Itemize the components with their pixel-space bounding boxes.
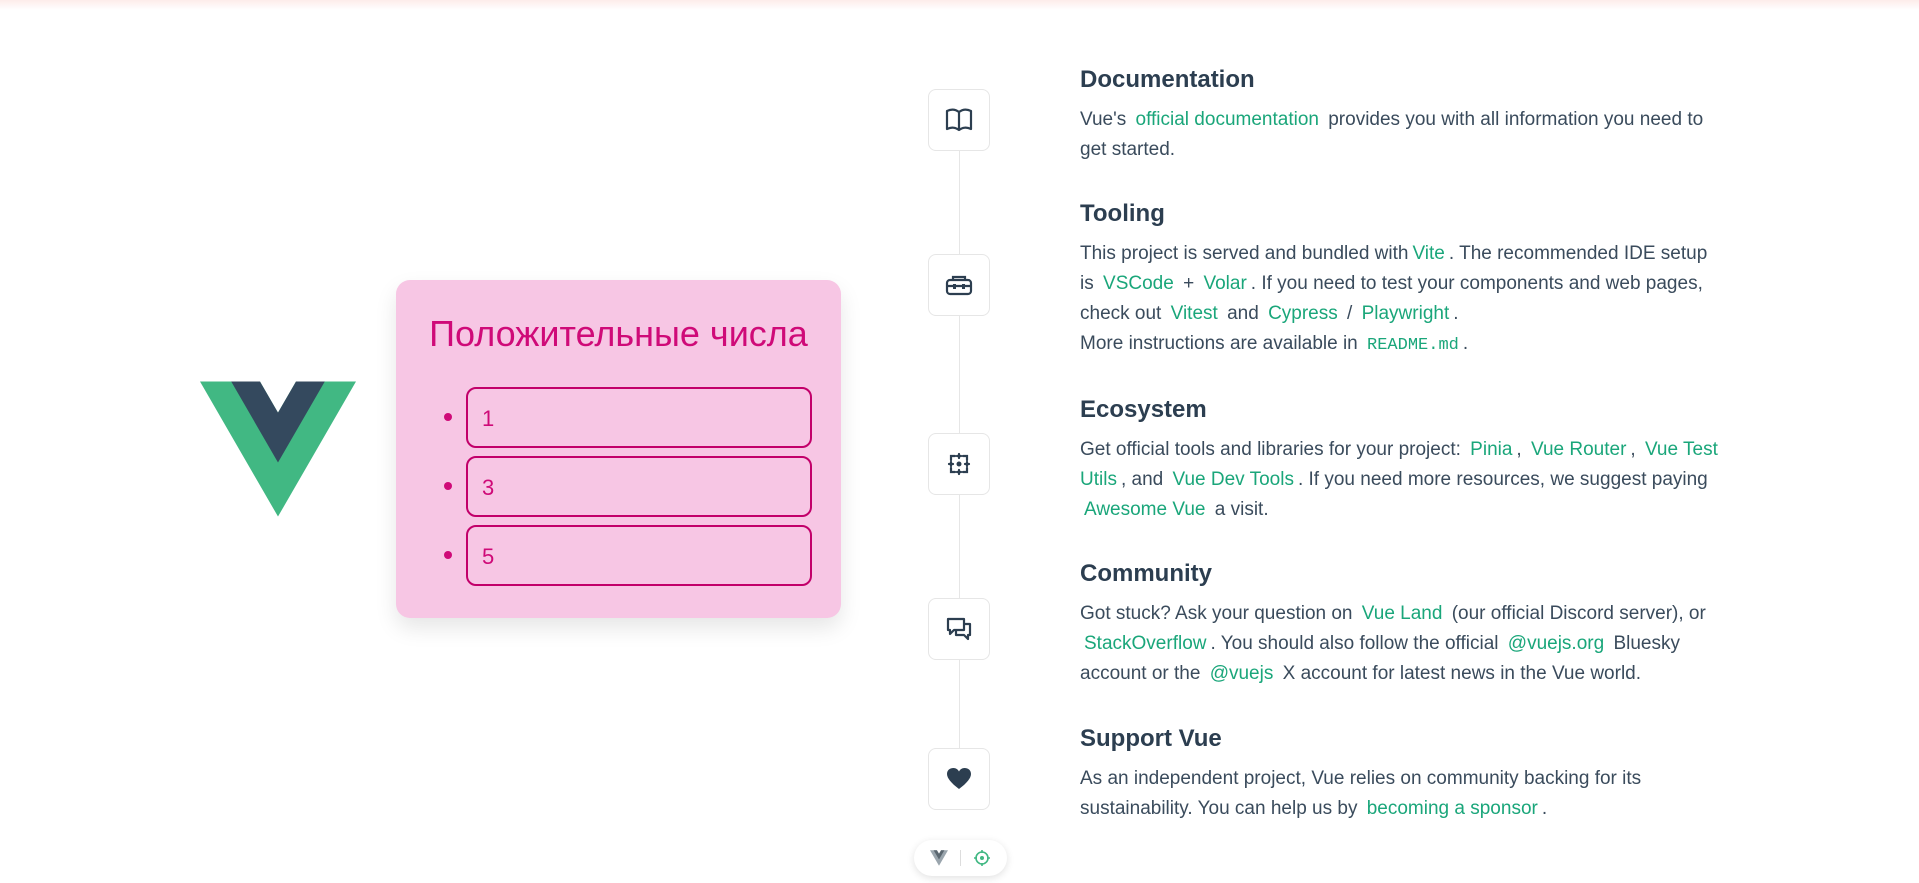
community-section: Community Got stuck? Ask your question o… [1080,560,1720,689]
vue-logo [200,381,356,517]
number-box: 5 [466,525,812,586]
pill-divider [960,850,961,866]
readme-code: README.md [1367,336,1459,355]
ecosystem-icon-box [928,433,990,495]
text-segment: More instructions are available in [1080,333,1358,354]
tooling-section: Tooling This project is served and bundl… [1080,200,1720,361]
documentation-section: Documentation Vue's official documentati… [1080,66,1720,165]
text-segment: As an independent project, Vue relies on… [1080,768,1642,819]
bullet-dot [444,413,452,421]
bullet-dot [444,551,452,559]
text-segment: . You should also follow the official [1210,633,1499,654]
text-segment: This project is served and bundled with [1080,243,1409,264]
vue-router-link[interactable]: Vue Router [1527,439,1630,460]
text-segment: a visit. [1214,499,1269,520]
text-segment: Vue's [1080,109,1127,130]
chat-bubbles-icon [946,617,972,641]
text-segment: , [1516,439,1522,460]
support-text: As an independent project, Vue relies on… [1080,764,1720,824]
vscode-link[interactable]: VSCode [1099,273,1178,294]
documentation-heading: Documentation [1080,66,1255,93]
text-segment: , and [1120,469,1164,490]
community-text: Got stuck? Ask your question on Vue Land… [1080,599,1720,689]
number-box: 3 [466,456,812,517]
support-heading: Support Vue [1080,725,1222,752]
bluesky-link[interactable]: @vuejs.org [1504,633,1608,654]
heart-icon [947,768,971,789]
inspect-target-icon[interactable] [973,849,991,867]
text-segment: . [1541,798,1548,819]
top-gradient-bar [0,0,1919,10]
tooling-text: This project is served and bundled with V… [1080,239,1720,361]
support-icon-box [928,748,990,810]
cypress-link[interactable]: Cypress [1264,303,1342,324]
ecosystem-section: Ecosystem Get official tools and librari… [1080,396,1720,525]
ecosystem-text: Get official tools and libraries for you… [1080,435,1720,525]
book-icon [945,108,973,132]
tooling-heading: Tooling [1080,200,1165,227]
text-segment: Got stuck? Ask your question on [1080,603,1353,624]
x-account-link[interactable]: @vuejs [1206,663,1278,684]
text-segment: . [1453,303,1459,324]
volar-link[interactable]: Volar [1199,273,1250,294]
become-sponsor-link[interactable]: becoming a sponsor [1363,798,1542,819]
awesome-vue-link[interactable]: Awesome Vue [1080,499,1209,520]
vite-link[interactable]: Vite [1408,243,1448,264]
tooling-icon-box [928,254,990,316]
number-box: 1 [466,387,812,448]
card-title: Положительные числа [429,313,808,354]
text-segment: Get official tools and libraries for you… [1080,439,1461,460]
text-segment: . If you need more resources, we suggest… [1297,469,1708,490]
text-segment: X account for latest news in the Vue wor… [1282,663,1642,684]
playwright-link[interactable]: Playwright [1358,303,1454,324]
official-documentation-link[interactable]: official documentation [1132,109,1323,130]
stackoverflow-link[interactable]: StackOverflow [1080,633,1210,654]
ecosystem-icon [947,452,971,476]
text-segment: . [1462,333,1469,354]
text-segment: + [1183,273,1195,294]
support-section: Support Vue As an independent project, V… [1080,725,1720,824]
positive-numbers-card: Положительные числа 1 3 5 [396,280,841,618]
ecosystem-heading: Ecosystem [1080,396,1207,423]
pinia-link[interactable]: Pinia [1466,439,1516,460]
bullet-dot [444,482,452,490]
documentation-text: Vue's official documentation provides yo… [1080,105,1720,165]
vue-dev-tools-link[interactable]: Vue Dev Tools [1169,469,1298,490]
vue-devtools-logo-icon[interactable] [930,850,948,866]
community-heading: Community [1080,560,1212,587]
text-segment: / [1347,303,1353,324]
community-icon-box [928,598,990,660]
documentation-icon-box [928,89,990,151]
vue-land-link[interactable]: Vue Land [1358,603,1447,624]
text-segment: , [1630,439,1636,460]
text-segment: (our official Discord server), or [1451,603,1706,624]
vitest-link[interactable]: Vitest [1167,303,1222,324]
vue-devtools-pill[interactable] [914,840,1007,876]
toolbox-icon [945,275,973,296]
text-segment: and [1227,303,1259,324]
